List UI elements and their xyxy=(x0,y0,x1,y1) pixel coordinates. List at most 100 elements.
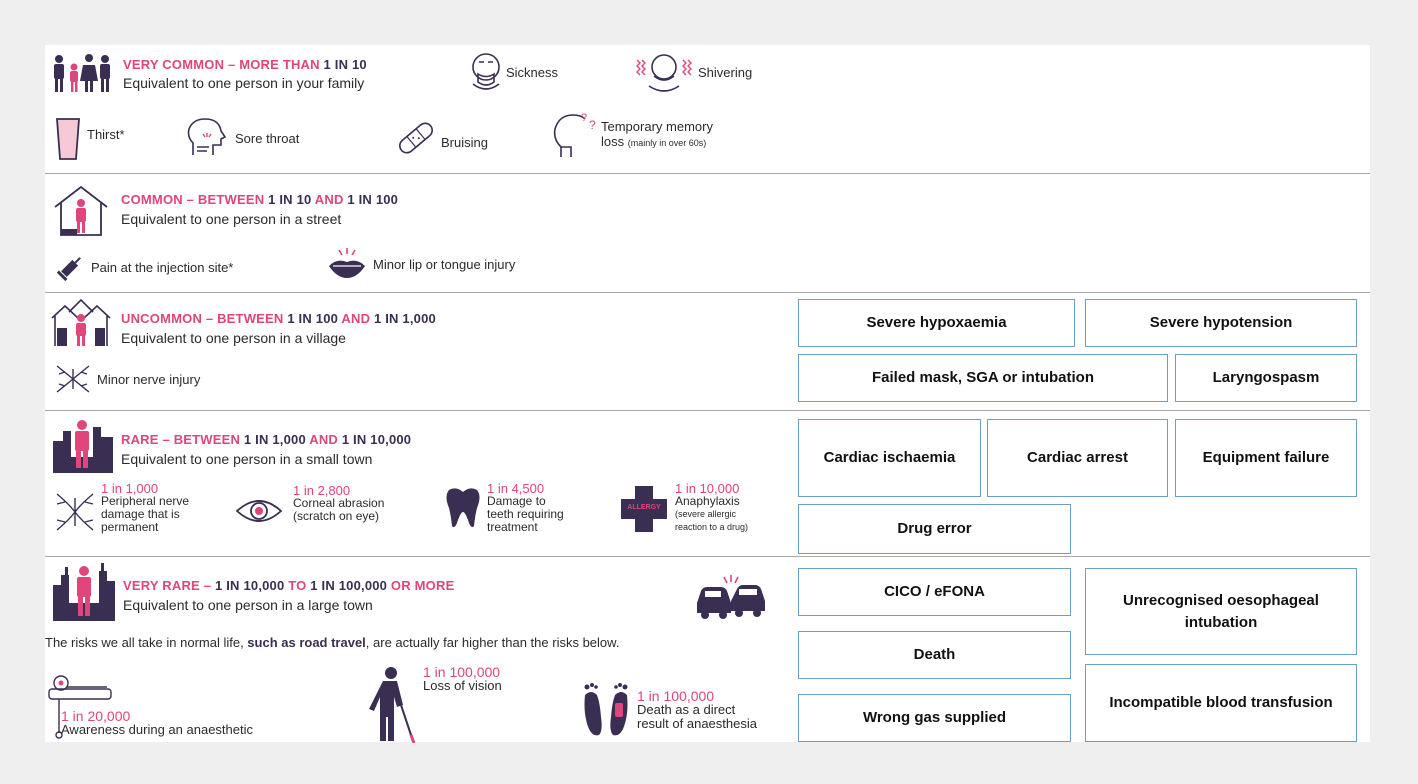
divider xyxy=(45,292,1370,293)
death-rate: 1 in 100,000 xyxy=(637,688,715,704)
svg-text:?: ? xyxy=(589,118,596,132)
very-rare-title-suffix: OR MORE xyxy=(387,578,455,593)
sickness-icon xyxy=(472,53,500,90)
shivering-label: Shivering xyxy=(698,64,753,80)
common-rate-high: 1 IN 100 xyxy=(347,192,399,207)
memory-loss-label-2: loss xyxy=(601,134,625,149)
unrecognised-intubation-box: Unrecognised oesophageal intubation xyxy=(1085,568,1357,655)
equipment-failure-box: Equipment failure xyxy=(1175,419,1357,497)
awareness-label: Awareness during an anaesthetic xyxy=(61,722,253,737)
allergy-cross-icon: ALLERGY xyxy=(621,486,667,532)
car-crash-icon xyxy=(695,573,767,626)
risk-panel: VERY COMMON – MORE THAN 1 IN 10 Equivale… xyxy=(45,45,1370,743)
tooth-icon xyxy=(446,488,480,528)
very-rare-rate-high: 1 IN 100,000 xyxy=(310,578,388,593)
common-rate-low: 1 IN 10 xyxy=(268,192,312,207)
blind-person-icon xyxy=(369,667,416,743)
death-box: Death xyxy=(798,631,1071,679)
eye-icon xyxy=(235,500,283,522)
laryngospasm-box: Laryngospasm xyxy=(1175,354,1357,402)
thirst-label: Thirst* xyxy=(87,126,125,142)
very-rare-title: VERY RARE – 1 IN 10,000 TO 1 IN 100,000 … xyxy=(123,578,454,593)
sore-throat-label: Sore throat xyxy=(235,130,300,146)
small-town-icon xyxy=(53,417,113,478)
rare-title: RARE – BETWEEN 1 IN 1,000 AND 1 IN 10,00… xyxy=(121,432,411,447)
road-travel-note-a: The risks we all take in normal life, xyxy=(45,635,248,650)
common-title-and: AND xyxy=(311,192,348,207)
thirst-item: Thirst* xyxy=(55,117,125,161)
corneal-abrasion-item: 1 in 2,800 Corneal abrasion (scratch on … xyxy=(235,484,384,526)
failed-mask-box: Failed mask, SGA or intubation xyxy=(798,354,1168,402)
rare-subtitle: Equivalent to one person in a small town xyxy=(121,451,373,467)
tooth-damage-item: 1 in 4,500 Damage to teeth requiring tre… xyxy=(445,482,564,534)
cico-box: CICO / eFONA xyxy=(798,568,1071,616)
house-icon xyxy=(53,185,109,242)
incompatible-transfusion-box: Incompatible blood transfusion xyxy=(1085,664,1357,742)
death-line2: result of anaesthesia xyxy=(637,716,757,731)
vision-loss-rate: 1 in 100,000 xyxy=(423,664,501,680)
sickness-item: Sickness xyxy=(469,52,558,92)
plaster-icon xyxy=(399,122,433,154)
uncommon-title-and: AND xyxy=(338,311,374,326)
rare-rate-high: 1 IN 10,000 xyxy=(341,432,412,447)
severe-hypotension-box: Severe hypotension xyxy=(1085,299,1357,347)
sickness-label: Sickness xyxy=(506,64,559,80)
divider xyxy=(45,173,1370,174)
very-rare-title-text: VERY RARE – xyxy=(123,578,215,593)
very-rare-subtitle: Equivalent to one person in a large town xyxy=(123,597,373,613)
lips-icon xyxy=(329,248,365,278)
memory-loss-label: Temporary memory xyxy=(601,119,713,134)
bruising-item: Bruising xyxy=(395,120,488,156)
glass-icon xyxy=(56,118,80,160)
corneal-abrasion-line2: (scratch on eye) xyxy=(293,509,380,523)
injection-pain-item: Pain at the injection site* xyxy=(57,253,233,281)
road-travel-note-c: , are actually far higher than the risks… xyxy=(365,635,620,650)
common-title: COMMON – BETWEEN 1 IN 10 AND 1 IN 100 xyxy=(121,192,398,207)
lip-injury-label: Minor lip or tongue injury xyxy=(373,256,516,272)
family-icon xyxy=(51,53,113,98)
uncommon-rate-low: 1 IN 100 xyxy=(287,311,339,326)
head-question-icon: ?? xyxy=(553,112,596,157)
very-common-rate: 1 IN 10 xyxy=(323,57,367,72)
sore-throat-icon xyxy=(187,118,227,155)
rare-rate-low: 1 IN 1,000 xyxy=(243,432,306,447)
very-rare-title-to: TO xyxy=(284,578,311,593)
death-line1: Death as a direct xyxy=(637,702,736,717)
minor-nerve-label: Minor nerve injury xyxy=(97,371,201,387)
cardiac-arrest-box: Cardiac arrest xyxy=(987,419,1168,497)
very-common-title: VERY COMMON – MORE THAN 1 IN 10 xyxy=(123,57,367,72)
tooth-damage-line3: treatment xyxy=(487,520,538,534)
large-town-icon xyxy=(53,563,115,626)
severe-hypoxaemia-box: Severe hypoxaemia xyxy=(798,299,1075,347)
memory-loss-item: ?? Temporary memory loss (mainly in over… xyxy=(551,111,713,159)
uncommon-rate-high: 1 IN 1,000 xyxy=(373,311,436,326)
drug-error-box: Drug error xyxy=(798,504,1071,554)
peripheral-nerve-line3: permanent xyxy=(101,520,159,534)
uncommon-title-text: UNCOMMON – BETWEEN xyxy=(121,311,288,326)
uncommon-title: UNCOMMON – BETWEEN 1 IN 100 AND 1 IN 1,0… xyxy=(121,311,436,326)
sore-throat-item: Sore throat xyxy=(185,117,299,159)
memory-loss-note: (mainly in over 60s) xyxy=(627,138,707,148)
lip-injury-item: Minor lip or tongue injury xyxy=(327,246,515,282)
nerve-icon xyxy=(56,365,90,393)
allergy-label: ALLERGY xyxy=(627,504,661,511)
awareness-item: 1 in 20,000 Awareness during an anaesthe… xyxy=(47,669,253,739)
rare-title-and: AND xyxy=(305,432,342,447)
feet-icon xyxy=(584,683,628,736)
rare-title-text: RARE – BETWEEN xyxy=(121,432,244,447)
syringe-icon xyxy=(57,257,81,281)
vision-loss-item: 1 in 100,000 Loss of vision xyxy=(367,665,502,743)
common-subtitle: Equivalent to one person in a street xyxy=(121,211,342,227)
very-common-title-text: VERY COMMON – MORE THAN xyxy=(123,57,324,72)
injection-pain-label: Pain at the injection site* xyxy=(91,259,234,275)
nerve-icon xyxy=(56,493,94,531)
road-travel-note: The risks we all take in normal life, su… xyxy=(45,635,619,650)
common-title-text: COMMON – BETWEEN xyxy=(121,192,269,207)
death-item: 1 in 100,000 Death as a direct result of… xyxy=(581,679,757,737)
awareness-rate: 1 in 20,000 xyxy=(61,708,131,724)
anaphylaxis-item: ALLERGY 1 in 10,000 Anaphylaxis (severe … xyxy=(621,482,748,534)
very-common-subtitle: Equivalent to one person in your family xyxy=(123,75,365,91)
peripheral-nerve-item: 1 in 1,000 Peripheral nerve damage that … xyxy=(53,482,189,534)
anaphylaxis-line1: Anaphylaxis xyxy=(675,494,740,508)
minor-nerve-item: Minor nerve injury xyxy=(53,362,200,396)
